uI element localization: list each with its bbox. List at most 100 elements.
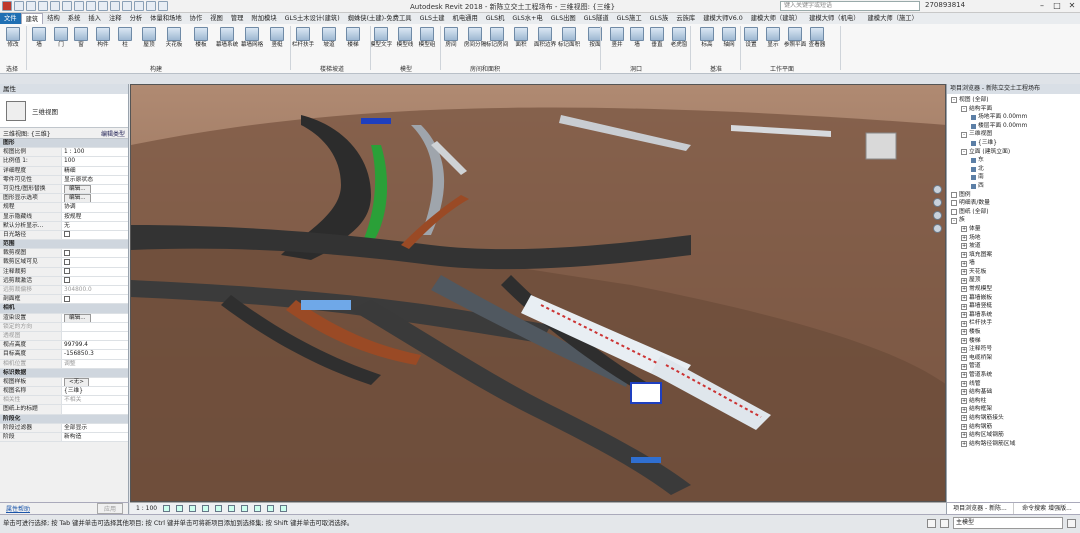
zoom-icon[interactable] [932, 198, 942, 207]
tree-node[interactable]: + 注释符号 [947, 345, 1080, 354]
tree-node[interactable]: + 屋顶 [947, 276, 1080, 285]
property-value[interactable] [62, 322, 128, 331]
ribbon-button-6[interactable]: 屋顶 [140, 27, 158, 61]
undo-icon[interactable] [50, 1, 60, 11]
tree-node[interactable]: 南 [947, 173, 1080, 182]
expand-icon[interactable]: + [961, 294, 967, 301]
reveal-hidden-icon[interactable] [280, 505, 288, 512]
ribbon-button-23[interactable]: 标记面积 [558, 27, 580, 61]
property-group[interactable]: 范围 [0, 240, 128, 250]
sync-icon[interactable] [38, 1, 48, 11]
type-selector[interactable]: 三维视图 [0, 94, 128, 128]
ribbon-button-13[interactable]: 坡道 [320, 27, 338, 61]
tree-node[interactable]: + 结构路径钢筋区域 [947, 440, 1080, 449]
tab-7[interactable]: 体量和场地 [146, 13, 185, 24]
ribbon-button-0[interactable]: 修改 [4, 27, 22, 61]
expand-icon[interactable]: + [961, 355, 967, 362]
expand-icon[interactable]: + [961, 312, 967, 319]
tree-node[interactable]: + 常规模型 [947, 285, 1080, 294]
tab-5[interactable]: 注释 [105, 13, 126, 24]
tree-node[interactable]: + 天花板 [947, 268, 1080, 277]
ribbon-button-22[interactable]: 面积边界 [534, 27, 556, 61]
property-value[interactable] [62, 295, 128, 304]
tree-node[interactable]: + 体量 [947, 225, 1080, 234]
tab-22[interactable]: 云族库 [672, 13, 699, 24]
expand-icon[interactable]: + [961, 286, 967, 293]
tab-4[interactable]: 插入 [84, 13, 105, 24]
expand-icon[interactable]: + [961, 380, 967, 387]
property-edit-button[interactable]: 编辑... [64, 194, 91, 203]
minimize-icon[interactable]: – [1036, 1, 1048, 11]
property-checkbox[interactable] [64, 249, 70, 256]
tree-node[interactable]: + 幕墙嵌板 [947, 294, 1080, 303]
tree-node[interactable]: {三维} [947, 139, 1080, 148]
tree-node[interactable]: + 结构钢筋接头 [947, 414, 1080, 423]
edit-type-button[interactable]: 编辑类型 [101, 129, 125, 138]
tab-24[interactable]: 建模大师（建筑） [747, 13, 805, 24]
property-value[interactable] [62, 230, 128, 240]
property-edit-button[interactable]: <无> [64, 377, 89, 387]
tab-9[interactable]: 视图 [206, 13, 227, 24]
browser-footer-tab[interactable]: 命令搜索 增强版... [1014, 503, 1080, 514]
expand-icon[interactable]: + [961, 406, 967, 413]
tree-node[interactable]: 楼层平面 0.00mm [947, 122, 1080, 131]
property-value[interactable] [62, 249, 128, 258]
tab-14[interactable]: GLS土建 [416, 13, 449, 24]
tree-node[interactable]: -族 [947, 216, 1080, 225]
workset-icon[interactable] [927, 518, 936, 528]
property-value[interactable] [62, 276, 128, 285]
section-icon[interactable] [134, 1, 144, 11]
tree-node[interactable]: + 结构区域钢筋 [947, 431, 1080, 440]
tree-node[interactable]: - 三维视图 [947, 130, 1080, 139]
property-value[interactable] [62, 331, 128, 341]
ribbon-button-1[interactable]: 墙 [30, 27, 48, 61]
tab-12[interactable]: GLS土木设计(建筑) [281, 13, 344, 24]
property-value[interactable]: 1 : 100 [62, 148, 128, 157]
tab-13[interactable]: 蜘蛛侠(土建)-免费工具 [344, 13, 416, 24]
tab-16[interactable]: GLS机 [482, 13, 509, 24]
property-edit-button[interactable]: 编辑... [64, 184, 91, 194]
apply-button[interactable]: 应用 [96, 503, 123, 514]
3d-viewport[interactable] [130, 84, 946, 502]
tree-node[interactable]: 东 [947, 156, 1080, 165]
tab-15[interactable]: 机电通用 [449, 13, 482, 24]
tree-node[interactable]: + 场地 [947, 234, 1080, 243]
expand-icon[interactable]: + [961, 346, 967, 353]
ribbon-button-17[interactable]: 模型组 [418, 27, 436, 61]
ribbon-button-28[interactable]: 老虎窗 [670, 27, 688, 61]
property-value[interactable]: -156850.3 [62, 350, 128, 359]
tree-node[interactable]: + 楼梯 [947, 337, 1080, 346]
ribbon-button-32[interactable]: 显示 [764, 27, 782, 61]
tree-node[interactable]: - 视图 (全部) [947, 96, 1080, 105]
tab-17[interactable]: GLS水+电 [508, 13, 546, 24]
tree-node[interactable]: - 结构平面 [947, 105, 1080, 114]
tab-3[interactable]: 系统 [64, 13, 85, 24]
property-group[interactable]: 相机 [0, 304, 128, 314]
expand-icon[interactable]: + [961, 277, 967, 284]
tree-node[interactable]: + 填充图案 [947, 251, 1080, 260]
tree-node[interactable]: 明细表/数量 [947, 199, 1080, 208]
expand-icon[interactable]: + [961, 432, 967, 439]
open-icon[interactable] [14, 1, 24, 11]
ribbon-button-15[interactable]: 模型文字 [370, 27, 392, 61]
ribbon-button-25[interactable]: 竖井 [608, 27, 626, 61]
tab-21[interactable]: GLS族 [646, 13, 673, 24]
collapse-icon[interactable]: - [951, 97, 957, 104]
collapse-icon[interactable]: - [951, 217, 957, 224]
tree-node[interactable]: + 管道 [947, 362, 1080, 371]
expand-icon[interactable]: + [961, 260, 967, 267]
tree-node[interactable]: 图纸 (全部) [947, 208, 1080, 217]
tab-19[interactable]: GLS隧道 [580, 13, 613, 24]
property-value[interactable]: 按规程 [62, 212, 128, 221]
lock-view-icon[interactable] [254, 505, 262, 512]
tab-20[interactable]: GLS施工 [613, 13, 646, 24]
expand-icon[interactable]: + [961, 226, 967, 233]
collapse-icon[interactable]: - [961, 148, 967, 155]
property-value[interactable]: 全部显示 [62, 423, 128, 432]
redo-icon[interactable] [62, 1, 72, 11]
3d-view-icon[interactable] [122, 1, 132, 11]
property-value[interactable]: 精细 [62, 166, 128, 175]
tab-0[interactable]: 文件 [0, 13, 21, 24]
save-icon[interactable] [26, 1, 36, 11]
measure-icon[interactable] [86, 1, 96, 11]
